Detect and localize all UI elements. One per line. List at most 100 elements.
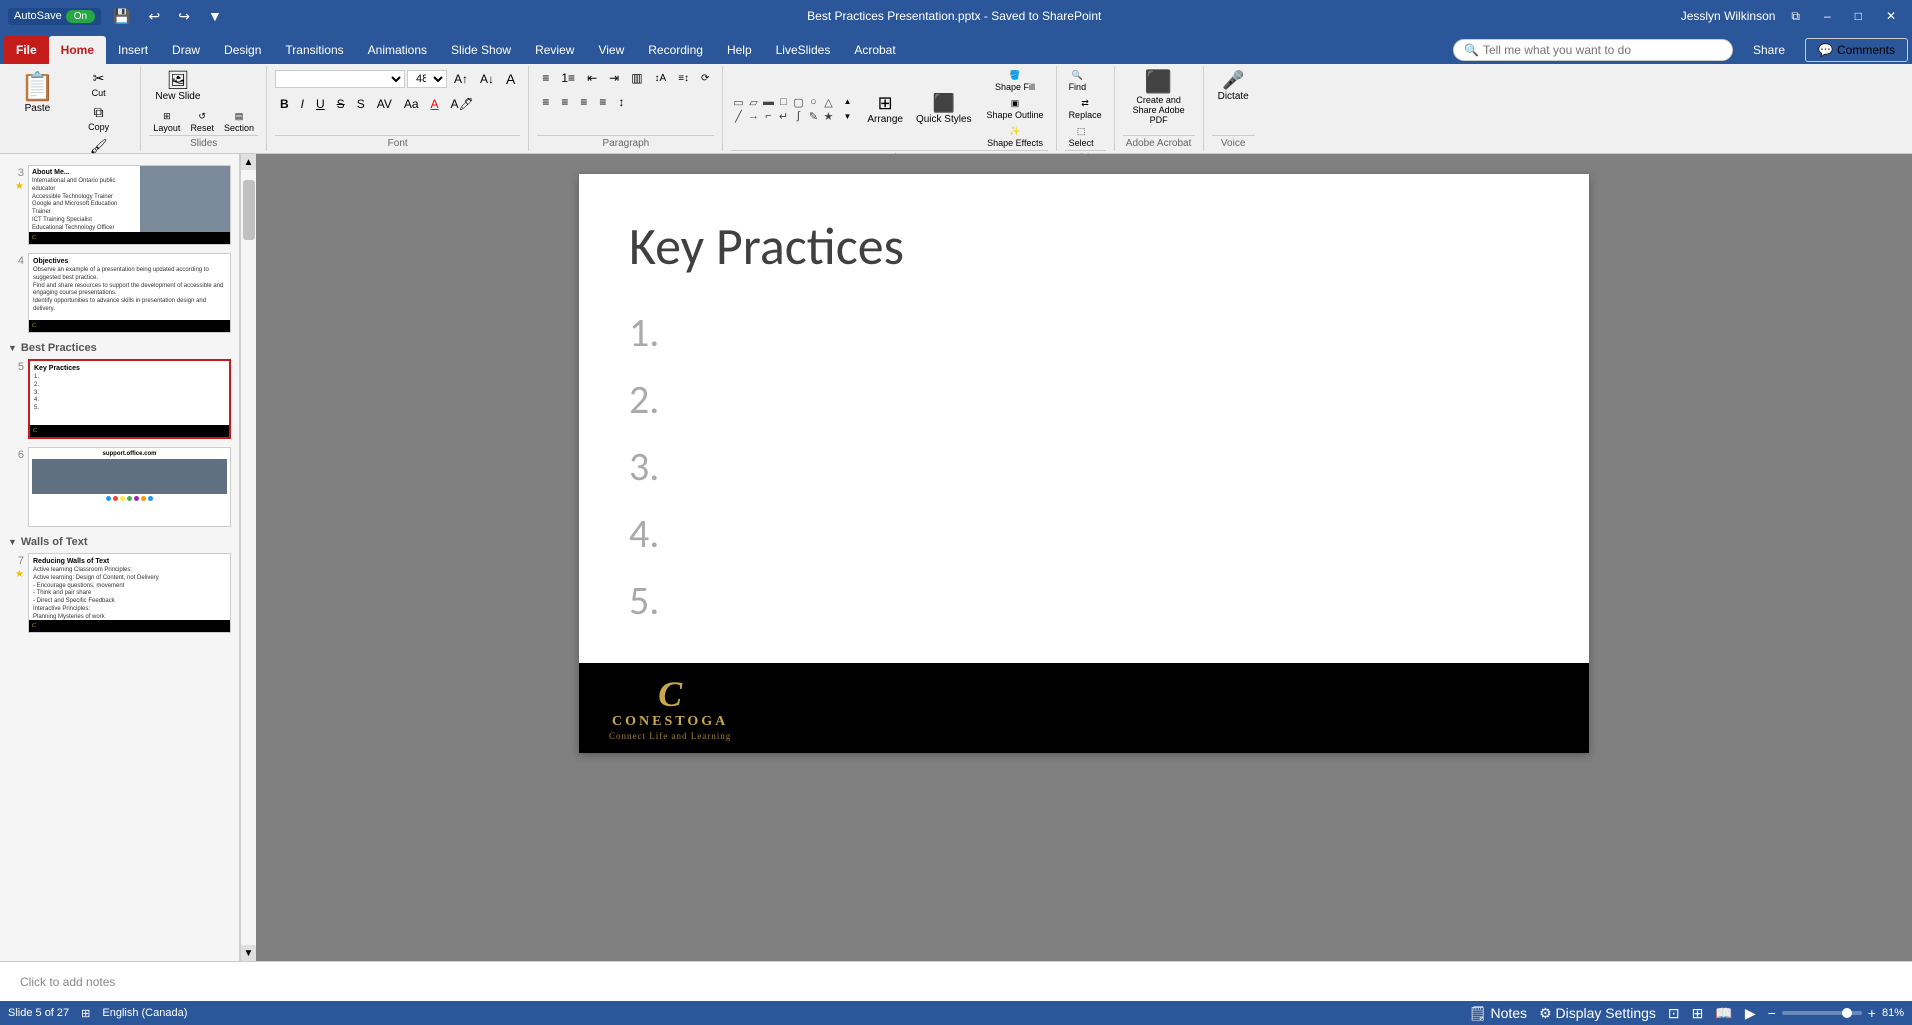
decrease-indent-button[interactable]: ⇤ bbox=[582, 68, 602, 88]
shape-effects-button[interactable]: ✨ Shape Effects bbox=[983, 124, 1048, 150]
shape-freeform[interactable]: ✎ bbox=[806, 109, 820, 123]
tab-acrobat[interactable]: Acrobat bbox=[842, 36, 907, 64]
list-item[interactable]: 4 Objectives Observe an example of a pre… bbox=[4, 250, 235, 336]
share-button[interactable]: Share bbox=[1741, 39, 1797, 61]
align-text-button[interactable]: ≡↕ bbox=[673, 70, 694, 87]
display-settings-button[interactable]: ⚙ Display Settings bbox=[1537, 1003, 1658, 1024]
list-item[interactable]: 7 ★ Reducing Walls of Text Active learni… bbox=[4, 550, 235, 636]
font-case-button[interactable]: Aa bbox=[399, 94, 424, 114]
increase-indent-button[interactable]: ⇥ bbox=[604, 68, 624, 88]
section-walls-of-text[interactable]: ▼ Walls of Text bbox=[4, 532, 235, 550]
list-item[interactable]: 3 ★ About Me... International and Ontari… bbox=[4, 162, 235, 248]
shape-square[interactable]: □ bbox=[776, 95, 790, 109]
italic-button[interactable]: I bbox=[296, 94, 309, 114]
save-button[interactable]: 💾 bbox=[107, 6, 136, 27]
font-name-select[interactable] bbox=[275, 70, 405, 88]
shape-rect2[interactable]: ▱ bbox=[746, 95, 760, 109]
notes-area[interactable]: Click to add notes bbox=[0, 961, 1912, 1001]
shape-fill-button[interactable]: 🪣 Shape Fill bbox=[983, 68, 1048, 94]
list-item[interactable]: 6 support.office.com bbox=[4, 444, 235, 530]
clear-format-button[interactable]: A bbox=[501, 68, 520, 90]
shape-ellipse[interactable]: ○ bbox=[806, 95, 820, 109]
columns-button[interactable]: ▥ bbox=[626, 68, 647, 88]
tab-animations[interactable]: Animations bbox=[356, 36, 439, 64]
highlight-color-button[interactable]: A🖊 bbox=[446, 94, 479, 114]
scroll-thumb[interactable] bbox=[243, 180, 255, 240]
reading-view-button[interactable]: 📖 bbox=[1713, 1003, 1734, 1024]
slide-5-thumbnail[interactable]: Key Practices 1.2.3.4.5. C bbox=[28, 359, 231, 439]
tab-review[interactable]: Review bbox=[523, 36, 586, 64]
tab-help[interactable]: Help bbox=[715, 36, 764, 64]
tab-recording[interactable]: Recording bbox=[636, 36, 715, 64]
bullets-button[interactable]: ≡ bbox=[537, 68, 554, 88]
ribbon-search-bar[interactable]: 🔍 bbox=[1453, 39, 1733, 61]
minimize-button[interactable]: – bbox=[1816, 7, 1839, 25]
bold-button[interactable]: B bbox=[275, 94, 294, 114]
decrease-font-button[interactable]: A↓ bbox=[475, 69, 499, 89]
slide-panel-scrollbar[interactable]: ▲ ▼ bbox=[240, 154, 256, 961]
slide-7-thumbnail[interactable]: Reducing Walls of Text Active learning C… bbox=[28, 553, 231, 633]
list-item-2[interactable]: 2. bbox=[629, 375, 1539, 424]
slide-show-button[interactable]: ▶ bbox=[1743, 1003, 1758, 1024]
numbering-button[interactable]: 1≡ bbox=[556, 68, 580, 88]
zoom-slider[interactable] bbox=[1782, 1011, 1862, 1015]
shape-triangle[interactable]: △ bbox=[821, 95, 835, 109]
comments-button[interactable]: 💬 Comments bbox=[1805, 38, 1908, 62]
shape-outline-button[interactable]: ▣ Shape Outline bbox=[983, 96, 1048, 122]
copy-button[interactable]: ⧉ Copy bbox=[65, 102, 133, 134]
align-right-button[interactable]: ≡ bbox=[575, 92, 592, 112]
slide-main-title[interactable]: Key Practices bbox=[629, 214, 1539, 278]
increase-font-button[interactable]: A↑ bbox=[449, 69, 473, 89]
list-item-1[interactable]: 1. bbox=[629, 308, 1539, 357]
tab-insert[interactable]: Insert bbox=[106, 36, 160, 64]
tab-transitions[interactable]: Transitions bbox=[273, 36, 355, 64]
slide-4-thumbnail[interactable]: Objectives Observe an example of a prese… bbox=[28, 253, 231, 333]
undo-button[interactable]: ↩ bbox=[142, 6, 166, 27]
replace-button[interactable]: ⇄ Replace bbox=[1065, 96, 1106, 122]
find-button[interactable]: 🔍 Find bbox=[1065, 68, 1091, 94]
section-best-practices[interactable]: ▼ Best Practices bbox=[4, 338, 235, 356]
tab-design[interactable]: Design bbox=[212, 36, 273, 64]
tab-slideshow[interactable]: Slide Show bbox=[439, 36, 523, 64]
font-color-button[interactable]: A bbox=[426, 94, 444, 114]
tab-draw[interactable]: Draw bbox=[160, 36, 212, 64]
shadow-button[interactable]: S bbox=[352, 94, 370, 114]
center-button[interactable]: ≡ bbox=[556, 92, 573, 112]
line-spacing-button[interactable]: ↕ bbox=[613, 92, 629, 112]
list-item-4[interactable]: 4. bbox=[629, 509, 1539, 558]
list-item-5[interactable]: 5. bbox=[629, 576, 1539, 625]
tab-home[interactable]: Home bbox=[49, 36, 106, 64]
reset-button[interactable]: ↺ Reset bbox=[186, 109, 218, 135]
shape-line[interactable]: ╱ bbox=[731, 109, 745, 123]
create-share-pdf-button[interactable]: ⬛ Create and Share Adobe PDF bbox=[1123, 68, 1195, 128]
restore-window-button[interactable]: ⧉ bbox=[1783, 7, 1808, 26]
slide-content[interactable]: Key Practices 1. 2. 3. 4. 5. bbox=[579, 174, 1589, 663]
arrange-button[interactable]: ⊞ Arrange bbox=[861, 91, 909, 128]
new-slide-button[interactable]: 🖼 New Slide bbox=[149, 68, 206, 105]
quick-styles-button[interactable]: ⬛ Quick Styles bbox=[910, 91, 978, 128]
tab-liveslides[interactable]: LiveSlides bbox=[764, 36, 843, 64]
scroll-up-button[interactable]: ▲ bbox=[241, 154, 257, 170]
shape-rectangle[interactable]: ▭ bbox=[731, 95, 745, 109]
section-button[interactable]: ▤ Section bbox=[220, 109, 258, 135]
list-item[interactable]: 5 Key Practices 1.2.3.4.5. C bbox=[4, 356, 235, 442]
layout-button[interactable]: ⊞ Layout bbox=[149, 109, 184, 135]
font-size-select[interactable]: 48 bbox=[407, 70, 447, 88]
zoom-out-button[interactable]: − bbox=[1766, 1003, 1778, 1023]
shape-connector[interactable]: ⌐ bbox=[761, 109, 775, 123]
strikethrough-button[interactable]: S bbox=[332, 94, 350, 114]
justify-button[interactable]: ≡ bbox=[594, 92, 611, 112]
shape-arrow[interactable]: → bbox=[746, 109, 760, 123]
shape-roundrect[interactable]: ▢ bbox=[791, 95, 805, 109]
cut-button[interactable]: ✂ Cut bbox=[65, 68, 133, 100]
more-shapes-up-button[interactable]: ▲ bbox=[838, 94, 856, 109]
select-button[interactable]: ⬚ Select bbox=[1065, 124, 1098, 150]
align-left-button[interactable]: ≡ bbox=[537, 92, 554, 112]
dictate-button[interactable]: 🎤 Dictate bbox=[1212, 68, 1255, 105]
slide-sorter-button[interactable]: ⊞ bbox=[1690, 1003, 1706, 1024]
more-shapes-down-button[interactable]: ▼ bbox=[838, 109, 856, 124]
slide-panel[interactable]: 3 ★ About Me... International and Ontari… bbox=[0, 154, 240, 961]
shape-curved[interactable]: ∫ bbox=[791, 109, 805, 123]
close-button[interactable]: ✕ bbox=[1878, 7, 1904, 25]
customize-qat-button[interactable]: ▼ bbox=[202, 6, 228, 26]
